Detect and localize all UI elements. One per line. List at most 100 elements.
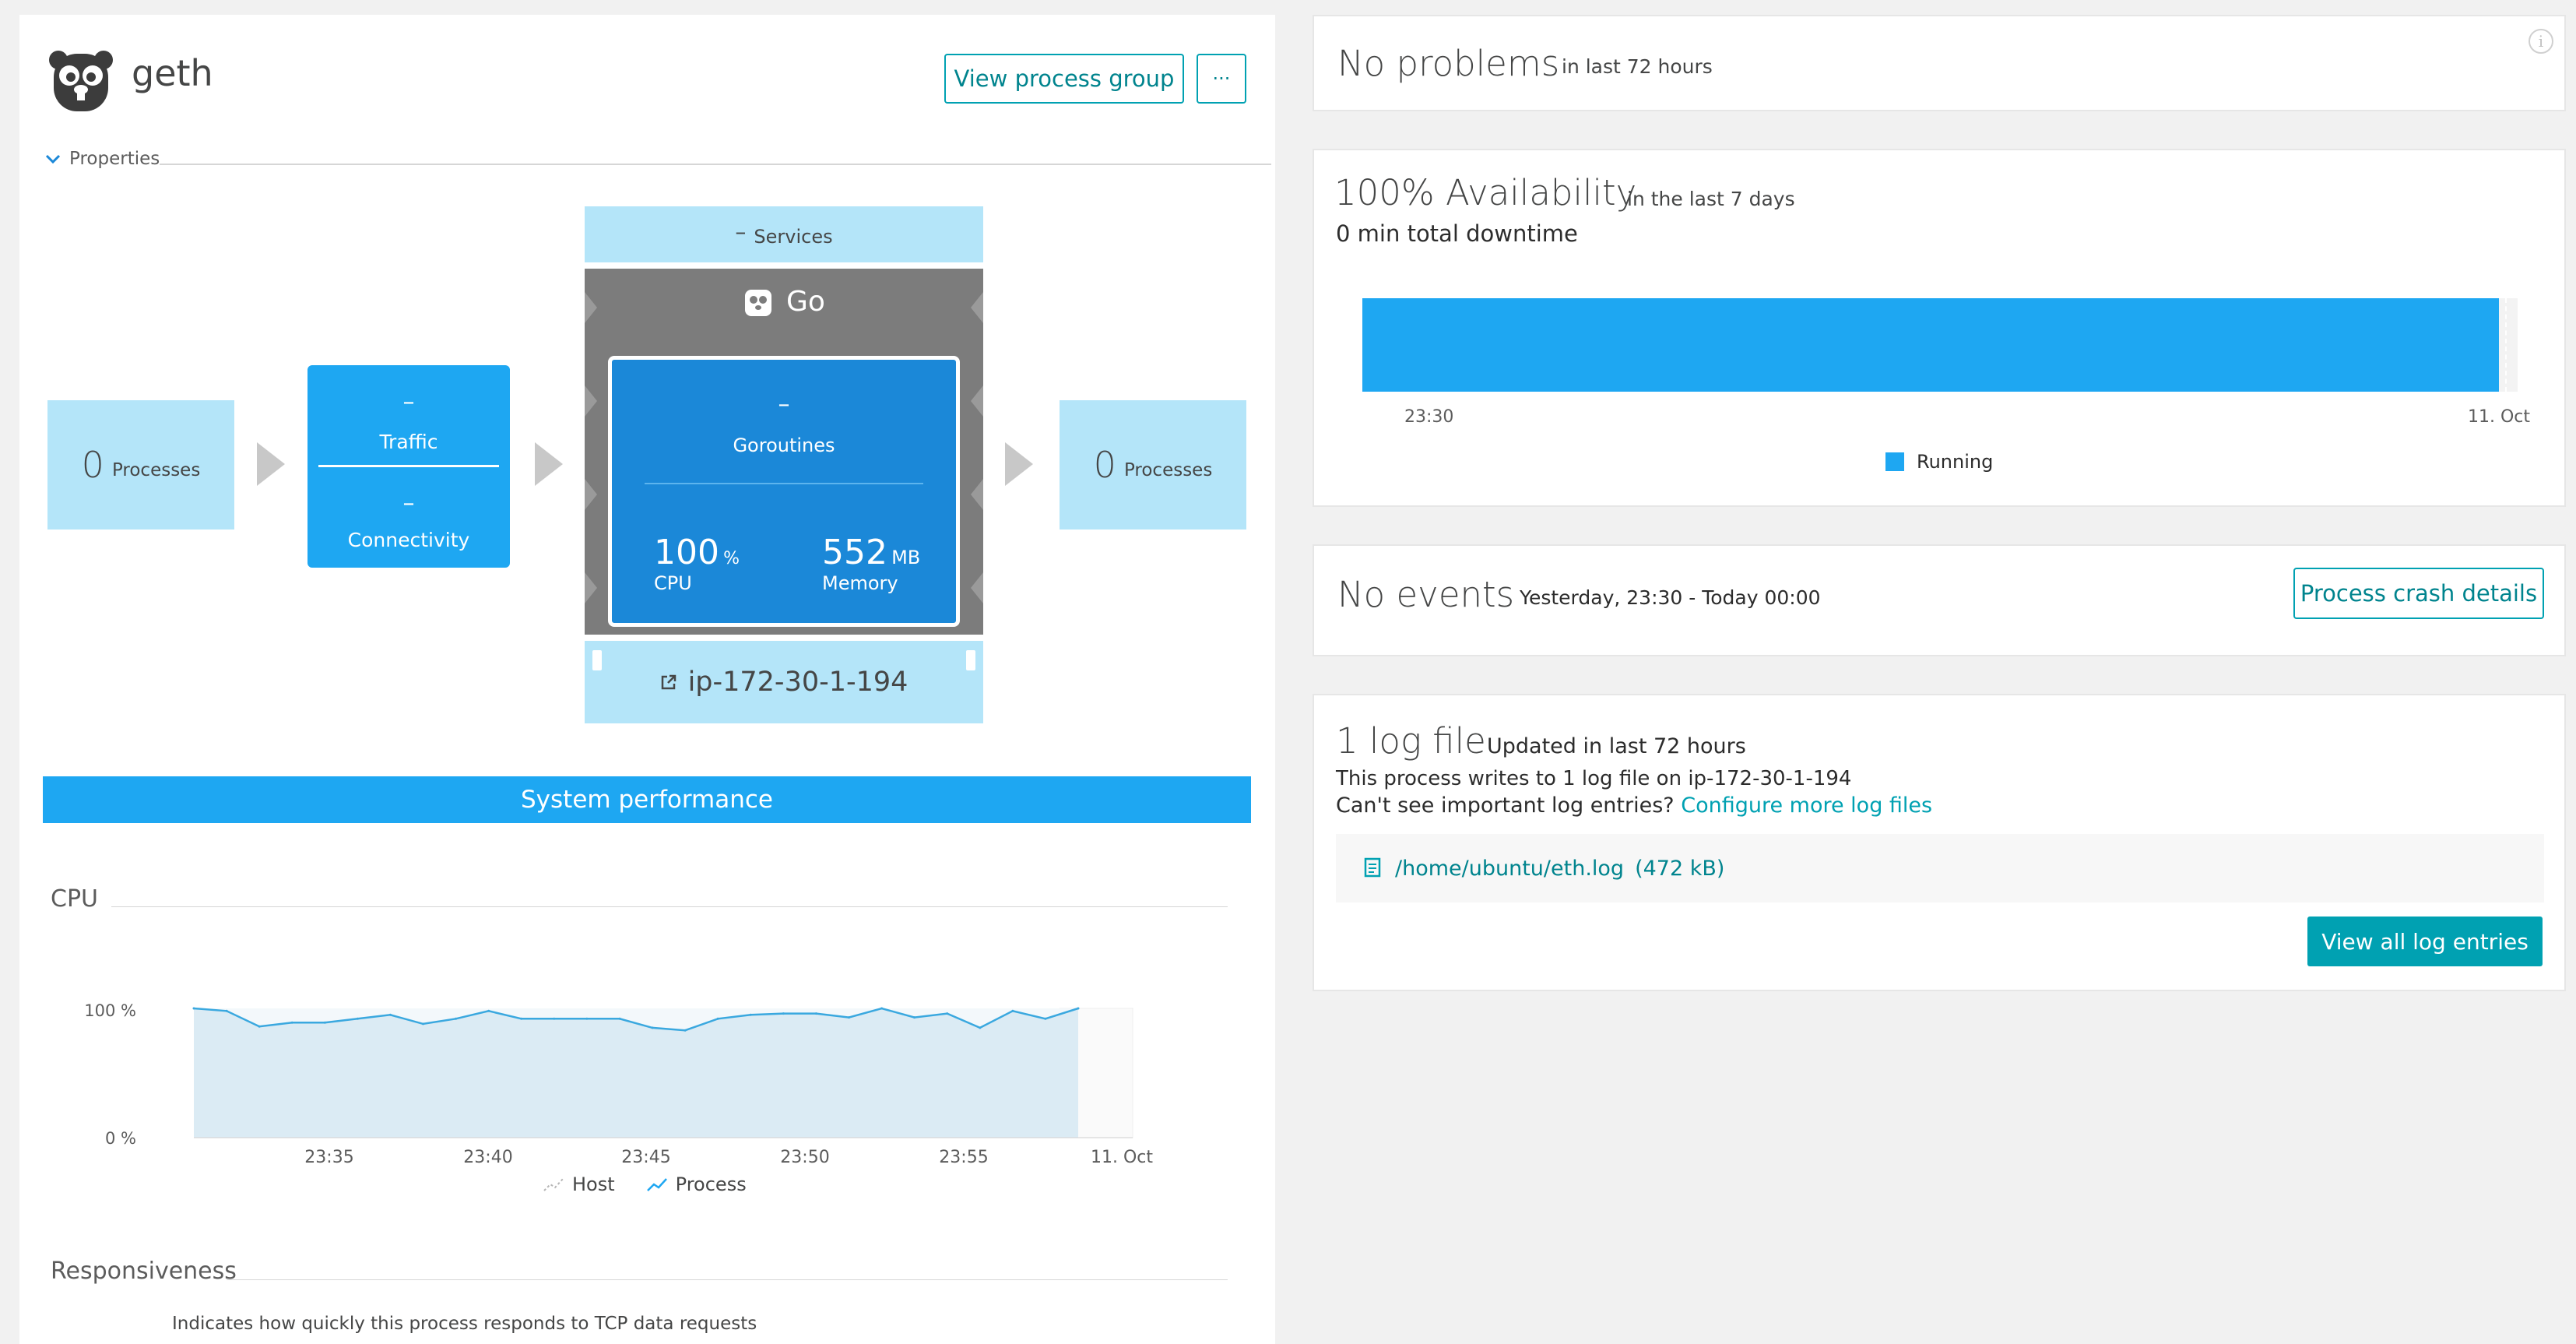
connectivity-value: – [402,490,415,517]
properties-label: Properties [69,149,160,169]
services-value: – [735,218,747,245]
log-file-size: (472 kB) [1635,856,1725,881]
view-process-group-button[interactable]: View process group [944,54,1184,104]
cpu-data-point[interactable] [716,1017,719,1020]
connectivity-label: Connectivity [347,529,470,551]
cpu-chart: 100 % 0 % 23:35 23:40 23:45 23:50 23:55 11. O… [84,1001,1153,1167]
log-file-path[interactable]: /home/ubuntu/eth.log [1395,857,1624,881]
x-tick-label: 11. Oct [1091,1148,1153,1167]
services-label: Services [754,226,833,248]
process-crash-details-button[interactable]: Process crash details [2293,568,2544,619]
go-gopher-icon [47,46,114,113]
logs-question-row: Can't see important log entries? Configu… [1336,793,1932,818]
x-tick-label: 23:35 [304,1148,353,1167]
legend-host[interactable]: Host [543,1173,615,1195]
cpu-data-point[interactable] [880,1007,884,1010]
goroutines-divider [645,483,923,484]
cpu-data-point[interactable] [684,1029,687,1032]
flow-arrow-2 [535,442,563,486]
cpu-data-point[interactable] [553,1017,556,1020]
incoming-processes-box[interactable]: 0 Processes [47,400,234,530]
outgoing-processes-label: Processes [1123,460,1213,480]
cpu-data-point[interactable] [651,1026,654,1029]
cpu-data-point[interactable] [192,1007,195,1010]
cpu-data-point[interactable] [520,1017,523,1020]
memory-metric: 552 MB Memory [822,533,920,594]
cpu-data-point[interactable] [782,1012,785,1015]
events-card: No events Yesterday, 23:30 - Today 00:00… [1313,544,2566,656]
process-name: geth [132,52,213,94]
responsiveness-description: Indicates how quickly this process respo… [172,1314,757,1334]
frame-left-notches [585,292,597,603]
legend-process[interactable]: Process [646,1173,747,1195]
cpu-data-point[interactable] [979,1026,982,1029]
responsiveness-divider [227,1279,1228,1280]
go-tech-label: Go [786,286,825,318]
process-overview-panel: geth View process group ··· Properties 0… [19,15,1275,1344]
availability-subtitle: in the last 7 days [1627,188,1795,210]
traffic-connectivity-box[interactable]: – Traffic – Connectivity [308,365,510,568]
cpu-data-point[interactable] [913,1016,916,1019]
cpu-metric-value: 100 [654,533,719,572]
x-tick-label: 23:45 [621,1148,670,1167]
cpu-data-point[interactable] [1077,1007,1080,1010]
cpu-data-point[interactable] [618,1017,621,1020]
cpu-metric-unit: % [723,549,740,568]
cpu-section-divider [111,906,1228,907]
availability-tick-start: 23:30 [1404,407,1454,427]
running-legend-label: Running [1917,451,1994,473]
traffic-divider [318,465,499,467]
services-box[interactable]: – Services [585,206,983,262]
host-left-handle [592,650,602,670]
log-file-row[interactable]: /home/ubuntu/eth.log (472 kB) [1336,834,2544,902]
events-range: Yesterday, 23:30 - Today 00:00 [1520,586,1821,609]
cpu-section-title: CPU [51,885,98,913]
cpu-data-point[interactable] [749,1013,752,1016]
host-right-handle [966,650,975,670]
cpu-data-point[interactable] [225,1009,228,1012]
cpu-data-point[interactable] [356,1017,359,1020]
host-label[interactable]: ip-172-30-1-194 [688,667,908,698]
log-file-icon [1364,857,1381,878]
cpu-data-point[interactable] [388,1013,392,1016]
logs-title: 1 log file [1336,720,1486,762]
cpu-data-point[interactable] [422,1022,424,1026]
cpu-data-point[interactable] [1011,1009,1014,1012]
cpu-data-point[interactable] [455,1017,458,1020]
cpu-data-point[interactable] [814,1012,817,1015]
legend-process-label: Process [675,1173,747,1195]
y-tick-label: 0 % [105,1129,136,1148]
availability-bar[interactable] [1362,298,2499,392]
cpu-metric-label: CPU [654,572,692,594]
x-tick-label: 23:55 [939,1148,988,1167]
cpu-data-point[interactable] [946,1012,949,1015]
logs-updated: Updated in last 72 hours [1487,734,1746,758]
host-box[interactable]: ip-172-30-1-194 [585,641,983,723]
process-legend-icon [646,1178,667,1191]
logs-description: This process writes to 1 log file on ip-… [1336,767,1852,790]
cpu-data-point[interactable] [848,1016,850,1019]
view-all-log-entries-button[interactable]: View all log entries [2307,917,2543,966]
problems-title: No problems [1337,43,1560,84]
cpu-data-point[interactable] [1044,1017,1047,1020]
cpu-chart-legend: Host Process [543,1173,747,1195]
y-tick-label: 100 % [84,1001,136,1020]
outgoing-processes-box[interactable]: 0 Processes [1060,400,1246,530]
availability-card: 100% Availability in the last 7 days 0 m… [1313,149,2566,507]
problems-card: No problems in last 72 hours i [1313,15,2566,111]
traffic-label: Traffic [379,431,438,453]
properties-toggle[interactable]: Properties [44,149,160,169]
properties-divider [160,164,1271,165]
process-cpu-area [194,1008,1078,1138]
more-options-button[interactable]: ··· [1197,54,1246,104]
cpu-data-point[interactable] [585,1017,589,1020]
cpu-data-point[interactable] [323,1021,326,1024]
memory-metric-value: 552 [822,533,887,572]
cpu-data-point[interactable] [258,1025,261,1028]
system-performance-header: System performance [43,776,1251,823]
info-icon[interactable]: i [2529,29,2553,54]
goroutines-box[interactable]: – Goroutines 100 % CPU 552 MB Memory [608,356,960,627]
cpu-data-point[interactable] [290,1021,293,1024]
cpu-data-point[interactable] [487,1009,490,1012]
configure-more-log-files-link[interactable]: Configure more log files [1681,793,1932,818]
